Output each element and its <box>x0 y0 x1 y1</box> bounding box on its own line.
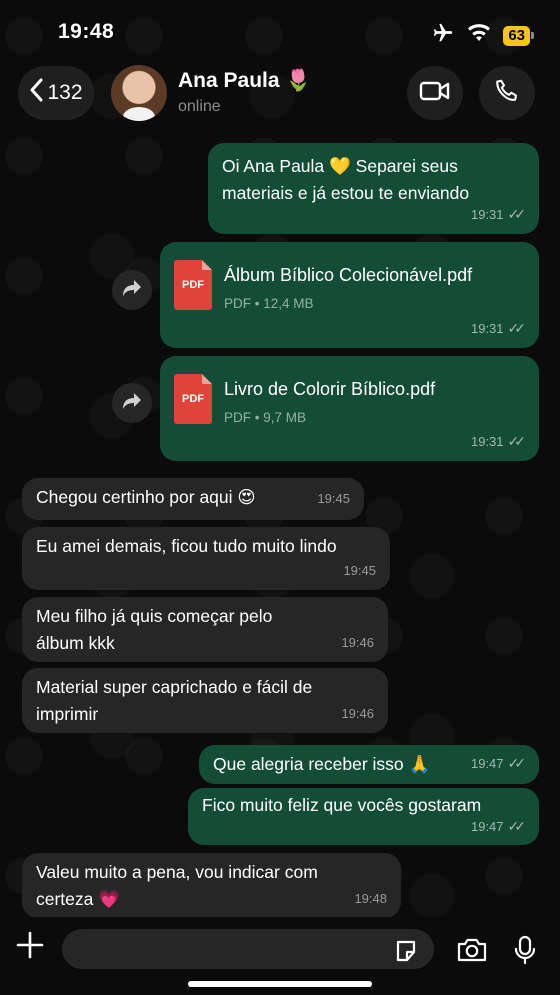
message-bubble-incoming[interactable]: Eu amei demais, ficou tudo muito lindo 1… <box>22 527 390 590</box>
message-input[interactable] <box>62 929 434 969</box>
contact-name[interactable]: Ana Paula 🌷 <box>178 69 312 93</box>
message-time: 19:47 <box>470 819 504 834</box>
camera-icon[interactable] <box>456 937 488 968</box>
plus-icon[interactable] <box>16 931 44 965</box>
read-receipt-icon: ✓✓ <box>507 818 527 834</box>
phone-icon <box>494 78 520 109</box>
wifi-icon <box>467 23 491 48</box>
message-meta: 19:31 ✓✓ <box>470 315 527 342</box>
read-receipt-icon: ✓✓ <box>507 320 527 336</box>
status-icons: 63 <box>431 22 534 49</box>
forward-button[interactable] <box>112 383 152 423</box>
message-meta: 19:46 <box>341 629 374 656</box>
read-receipt-icon: ✓✓ <box>507 433 527 449</box>
message-time: 19:31 <box>470 434 504 449</box>
video-call-icon <box>419 80 451 107</box>
forward-button[interactable] <box>112 270 152 310</box>
file-info: PDF • 12,4 MB <box>224 296 314 311</box>
contact-status: online <box>178 98 221 115</box>
status-bar: 19:48 63 <box>0 0 560 60</box>
message-time: 19:46 <box>341 635 374 650</box>
message-time: 19:31 <box>470 321 504 336</box>
pdf-file-icon: PDF <box>174 374 212 424</box>
message-time: 19:31 <box>470 207 504 222</box>
home-indicator <box>188 981 372 987</box>
message-text: Chegou certinho por aqui 😍 <box>36 487 256 507</box>
pdf-file-icon: PDF <box>174 260 212 310</box>
message-meta: 19:46 <box>341 700 374 727</box>
file-message-outgoing[interactable]: PDF Álbum Bíblico Colecionável.pdf PDF •… <box>160 242 539 348</box>
chevron-left-icon <box>29 78 43 108</box>
video-call-button[interactable] <box>407 66 463 120</box>
airplane-icon <box>431 22 455 49</box>
message-bubble-incoming[interactable]: Meu filho já quis começar pelo álbum kkk… <box>22 597 388 662</box>
message-text: Eu amei demais, ficou tudo muito lindo <box>36 536 337 556</box>
forward-icon <box>122 279 142 302</box>
file-name: Álbum Bíblico Colecionável.pdf <box>224 265 473 285</box>
message-time: 19:47 <box>470 756 504 771</box>
message-meta: 19:47 ✓✓ <box>470 813 527 840</box>
back-button[interactable]: 132 <box>18 66 94 120</box>
message-time: 19:45 <box>343 563 376 578</box>
contact-avatar[interactable] <box>111 65 167 121</box>
message-meta: 19:45 <box>317 485 350 512</box>
forward-icon <box>122 392 142 415</box>
file-info: PDF • 9,7 MB <box>224 410 306 425</box>
battery-icon: 63 <box>503 25 534 46</box>
message-meta: 19:45 <box>343 557 376 584</box>
message-bubble-outgoing[interactable]: Fico muito feliz que vocês gostaram 19:4… <box>188 788 539 845</box>
message-bubble-incoming[interactable]: Material super caprichado e fácil de imp… <box>22 668 388 733</box>
read-receipt-icon: ✓✓ <box>507 755 527 771</box>
unread-count: 132 <box>47 81 83 104</box>
status-time: 19:48 <box>58 20 115 43</box>
message-time: 19:46 <box>341 706 374 721</box>
message-time: 19:48 <box>354 891 387 906</box>
message-bubble-outgoing[interactable]: Oi Ana Paula 💛 Separei seus materiais e … <box>208 143 539 234</box>
message-text: Valeu muito a pena, vou indicar com cert… <box>36 862 318 909</box>
message-bubble-incoming[interactable]: Valeu muito a pena, vou indicar com cert… <box>22 853 401 918</box>
sticker-icon[interactable] <box>394 939 418 968</box>
microphone-icon[interactable] <box>514 935 536 970</box>
file-message-outgoing[interactable]: PDF Livro de Colorir Bíblico.pdf PDF • 9… <box>160 356 539 461</box>
chat-header: 132 Ana Paula 🌷 online <box>0 60 560 130</box>
message-text: Material super caprichado e fácil de imp… <box>36 677 313 724</box>
file-name: Livro de Colorir Bíblico.pdf <box>224 379 436 399</box>
message-text: Oi Ana Paula 💛 Separei seus materiais e … <box>222 156 470 203</box>
message-text: Meu filho já quis começar pelo álbum kkk <box>36 606 273 653</box>
message-bubble-outgoing[interactable]: Que alegria receber isso 🙏 19:47 ✓✓ <box>199 745 539 784</box>
read-receipt-icon: ✓✓ <box>507 206 527 222</box>
voice-call-button[interactable] <box>479 66 535 120</box>
message-bubble-incoming[interactable]: Chegou certinho por aqui 😍 19:45 <box>22 478 364 520</box>
message-meta: 19:47 ✓✓ <box>470 750 527 777</box>
message-meta: 19:48 <box>354 885 387 912</box>
message-meta: 19:31 ✓✓ <box>470 201 527 228</box>
message-time: 19:45 <box>317 491 350 506</box>
message-meta: 19:31 ✓✓ <box>470 428 527 455</box>
